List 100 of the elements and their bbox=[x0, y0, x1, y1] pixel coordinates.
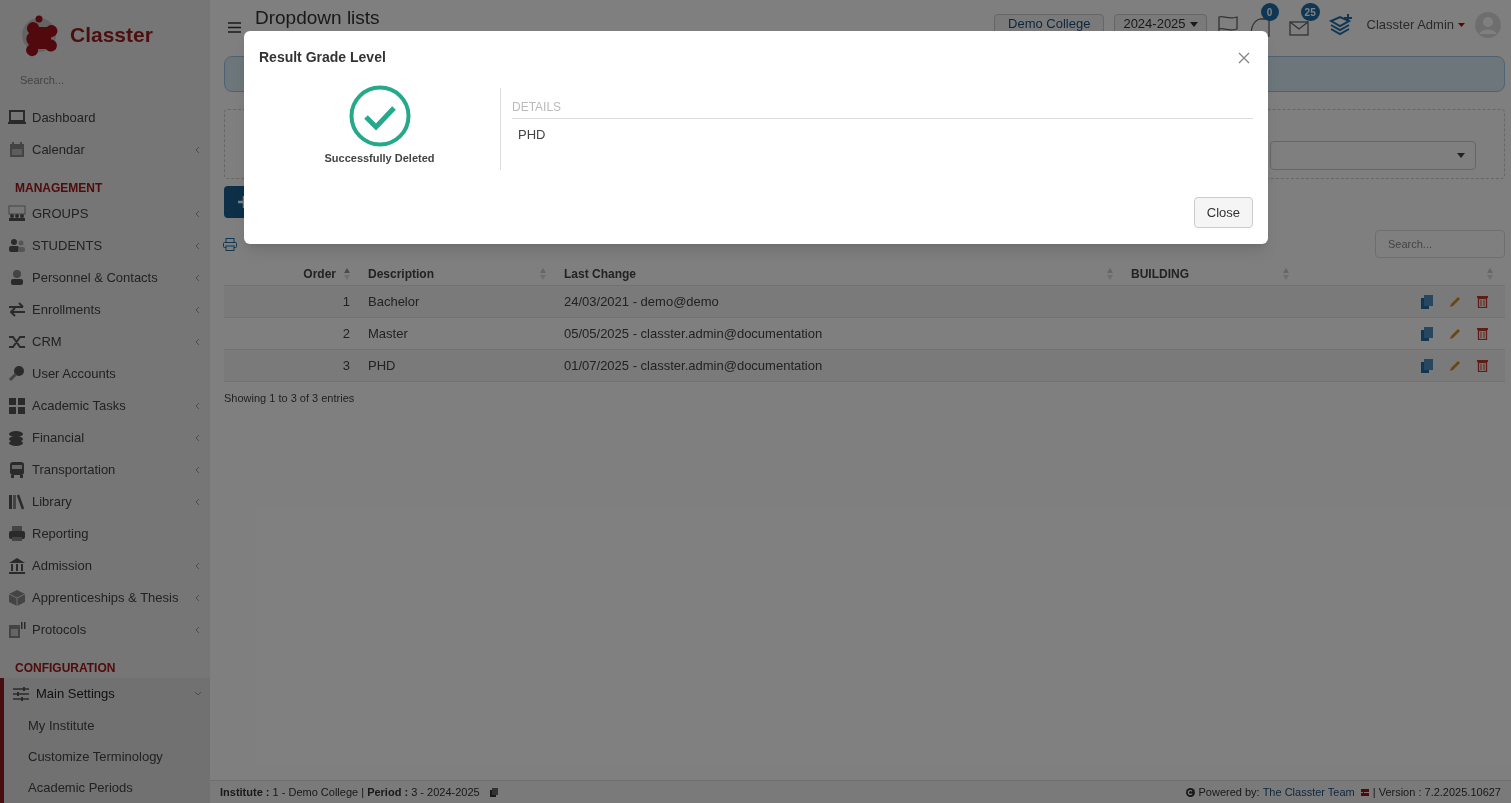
sidebar-subitem[interactable]: My Institute bbox=[4, 710, 210, 741]
table-cell-text: Bachelor bbox=[367, 292, 421, 311]
person-icon bbox=[8, 269, 26, 287]
sidebar-item[interactable]: Dashboard bbox=[0, 102, 210, 134]
count-badge: 0 bbox=[1260, 3, 1279, 21]
brand-name: Classter bbox=[70, 22, 153, 49]
column-header[interactable]: BUILDING bbox=[1123, 262, 1299, 285]
edit-button[interactable] bbox=[1449, 294, 1463, 309]
users-icon bbox=[8, 237, 26, 255]
success-check-icon bbox=[348, 85, 411, 147]
close-icon bbox=[1238, 51, 1250, 64]
table-cell-text: PHD bbox=[367, 356, 397, 375]
sidebar-item[interactable]: Transportation bbox=[0, 454, 210, 486]
sidebar-item[interactable]: Personnel & Contacts bbox=[0, 262, 210, 294]
table-cell-text: 2 bbox=[341, 324, 351, 343]
copy-button[interactable] bbox=[1421, 326, 1435, 341]
print-button[interactable] bbox=[222, 236, 238, 252]
sidebar-item[interactable]: User Accounts bbox=[0, 358, 210, 390]
sidebar-item[interactable]: Calendar bbox=[0, 134, 210, 166]
monitor-icon bbox=[8, 109, 26, 127]
edit-button[interactable] bbox=[1449, 326, 1463, 341]
printer-icon bbox=[223, 237, 237, 251]
caret-down-icon bbox=[1189, 21, 1198, 27]
sidebar-subitem[interactable]: Customize Terminology bbox=[4, 741, 210, 772]
sidebar-section-heading: CONFIGURATION bbox=[14, 660, 117, 677]
pencil-icon bbox=[1449, 327, 1461, 340]
column-header[interactable]: Description bbox=[360, 262, 556, 285]
cube-icon bbox=[8, 589, 26, 607]
sidebar-item[interactable]: Apprenticeships & Thesis bbox=[0, 582, 210, 614]
team-link[interactable]: The Classter Team bbox=[1262, 783, 1355, 801]
detail-value: PHD bbox=[517, 126, 547, 144]
books-icon bbox=[8, 493, 26, 511]
table-cell-text: Master bbox=[367, 324, 409, 343]
calendar-icon bbox=[8, 141, 26, 159]
printer-icon bbox=[8, 525, 26, 543]
version-label: | Version : 7.2.2025.10627 bbox=[1372, 784, 1501, 800]
table-cell-text: 05/05/2025 - classter.admin@documentation bbox=[563, 324, 824, 343]
select-field[interactable] bbox=[1270, 141, 1476, 170]
copy-button[interactable] bbox=[1421, 358, 1435, 373]
caret-down-icon bbox=[1458, 23, 1465, 27]
table-cell-text: 1 bbox=[341, 292, 351, 311]
sidebar-item[interactable]: Protocols bbox=[0, 614, 210, 646]
column-header[interactable]: Order bbox=[224, 262, 360, 285]
trash-icon bbox=[1477, 327, 1488, 340]
grid-icon bbox=[8, 397, 26, 415]
sidebar-item[interactable]: STUDENTS bbox=[0, 230, 210, 262]
sidebar-item[interactable]: Academic Tasks bbox=[0, 390, 210, 422]
delete-button[interactable] bbox=[1477, 294, 1491, 309]
powered-by-label: Powered by: bbox=[1198, 784, 1260, 800]
sidebar-item[interactable]: Financial bbox=[0, 422, 210, 454]
sort-icon bbox=[344, 267, 350, 280]
arrows-icon bbox=[8, 301, 26, 319]
sidebar-item[interactable]: Library bbox=[0, 486, 210, 518]
status-message: Successfully Deleted bbox=[324, 151, 435, 166]
modal-title: Result Grade Level bbox=[259, 48, 386, 67]
delete-button[interactable] bbox=[1477, 358, 1491, 373]
table-cell-text: 24/03/2021 - demo@demo bbox=[563, 292, 720, 311]
sidebar-subitem[interactable]: Academic Periods bbox=[4, 772, 210, 803]
table-search-field[interactable]: Search... bbox=[1375, 230, 1505, 258]
bus-icon bbox=[8, 461, 26, 479]
copy-icon bbox=[1421, 326, 1433, 341]
trash-icon bbox=[1477, 295, 1488, 308]
sidebar-item[interactable]: Reporting bbox=[0, 518, 210, 550]
pencil-icon bbox=[1449, 359, 1461, 372]
sort-icon bbox=[1487, 267, 1493, 280]
layers-plus-icon bbox=[1328, 14, 1353, 36]
page-title: Dropdown lists bbox=[255, 6, 380, 30]
delete-button[interactable] bbox=[1477, 326, 1491, 341]
clipboard-icon bbox=[8, 621, 26, 639]
coins-icon bbox=[8, 429, 26, 447]
sort-icon bbox=[1107, 267, 1113, 280]
footer-context: Institute : 1 - Demo College | Period : 3 - 2024-2025 bbox=[220, 784, 480, 800]
sidebar-item[interactable]: CRM bbox=[0, 326, 210, 358]
sidebar-item[interactable]: GROUPS bbox=[0, 198, 210, 230]
count-badge: 25 bbox=[1300, 3, 1320, 21]
copy-icon bbox=[489, 787, 498, 797]
copy-button[interactable] bbox=[1421, 294, 1435, 309]
sort-icon bbox=[1283, 267, 1289, 280]
sidebar-item[interactable]: Admission bbox=[0, 550, 210, 582]
table-cell-text: 3 bbox=[341, 356, 351, 375]
user-menu[interactable]: Classter Admin bbox=[1366, 15, 1465, 35]
table-cell-text: 01/07/2025 - classter.admin@documentation bbox=[563, 356, 824, 375]
sidebar-item[interactable]: Enrollments bbox=[0, 294, 210, 326]
trash-icon bbox=[1477, 359, 1488, 372]
copyright-icon bbox=[1186, 787, 1196, 797]
group-icon bbox=[8, 205, 26, 223]
column-header[interactable]: Last Change bbox=[556, 262, 1123, 285]
copy-icon bbox=[1421, 294, 1433, 309]
menu-icon bbox=[228, 22, 241, 33]
table-info: Showing 1 to 3 of 3 entries bbox=[224, 391, 356, 406]
close-button[interactable] bbox=[1238, 50, 1252, 65]
sort-icon bbox=[540, 267, 546, 280]
edit-button[interactable] bbox=[1449, 358, 1463, 373]
caret-down-icon bbox=[1457, 153, 1465, 158]
logo-icon bbox=[1359, 786, 1370, 798]
sidebar-section-heading: MANAGEMENT bbox=[14, 180, 104, 197]
bank-icon bbox=[8, 557, 26, 575]
close-button[interactable]: Close bbox=[1193, 197, 1253, 228]
shuffle-icon bbox=[8, 333, 26, 351]
sidebar-item[interactable]: Main Settings bbox=[4, 678, 210, 710]
